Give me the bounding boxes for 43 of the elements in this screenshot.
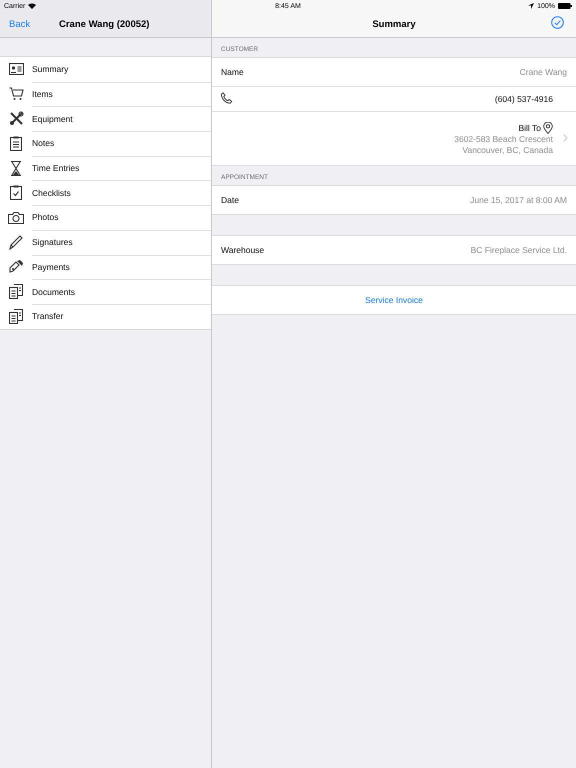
phone-number[interactable]: (604) 537-4916	[494, 94, 553, 104]
checklist-icon	[10, 185, 22, 200]
field-label: Warehouse	[221, 245, 266, 255]
hourglass-icon	[10, 160, 22, 176]
documents-icon	[9, 284, 23, 300]
sidebar-item[interactable]: Notes	[0, 131, 211, 156]
pen-icon	[9, 234, 23, 250]
sidebar-item[interactable]: Signatures	[0, 230, 211, 254]
sidebar-item[interactable]: Documents	[0, 279, 211, 304]
field-label: Date	[221, 195, 240, 205]
location-pin-icon	[543, 122, 553, 134]
phone-icon[interactable]	[221, 92, 233, 104]
checkmark-circle-icon[interactable]	[551, 16, 564, 29]
field-value: June 15, 2017 at 8:00 AM	[470, 195, 567, 205]
address-line: 3602-583 Beach Crescent	[454, 134, 553, 144]
tools-icon	[8, 111, 24, 126]
sidebar-item[interactable]: Time Entries	[0, 156, 211, 180]
field-value: BC Fireplace Service Ltd.	[470, 245, 567, 255]
chevron-icon	[563, 134, 568, 142]
field-value: Crane Wang	[520, 67, 567, 77]
contact-card-icon	[8, 63, 24, 76]
sidebar-item[interactable]: Items	[0, 82, 211, 106]
cart-icon	[8, 87, 24, 102]
sidebar-item[interactable]: Checklists	[0, 180, 211, 206]
sidebar-item[interactable]: Summary	[0, 57, 211, 82]
sidebar-item[interactable]: Payments	[0, 254, 211, 280]
address-line: Vancouver, BC, Canada	[462, 144, 553, 156]
field-label: Name	[221, 67, 245, 77]
service-invoice-button[interactable]: Service Invoice	[212, 286, 576, 314]
documents-icon	[9, 308, 23, 324]
battery-icon	[558, 3, 572, 9]
clipboard-icon	[10, 136, 22, 151]
address-label: Bill To	[518, 122, 541, 132]
sidebar-item[interactable]: Transfer	[0, 304, 211, 329]
nav-title: Summary	[372, 19, 416, 30]
address-row[interactable]: Bill To 3602-583 Beach Crescent Vancouver, BC, Canada	[212, 111, 576, 165]
camera-icon	[8, 210, 24, 224]
payment-icon	[8, 259, 24, 274]
nav-title: Crane Wang (20052)	[59, 19, 150, 30]
sidebar-item[interactable]: Equipment	[0, 106, 211, 132]
sidebar-item[interactable]: Photos	[0, 205, 211, 230]
wifi-icon	[28, 3, 36, 9]
location-arrow-icon	[528, 3, 534, 9]
